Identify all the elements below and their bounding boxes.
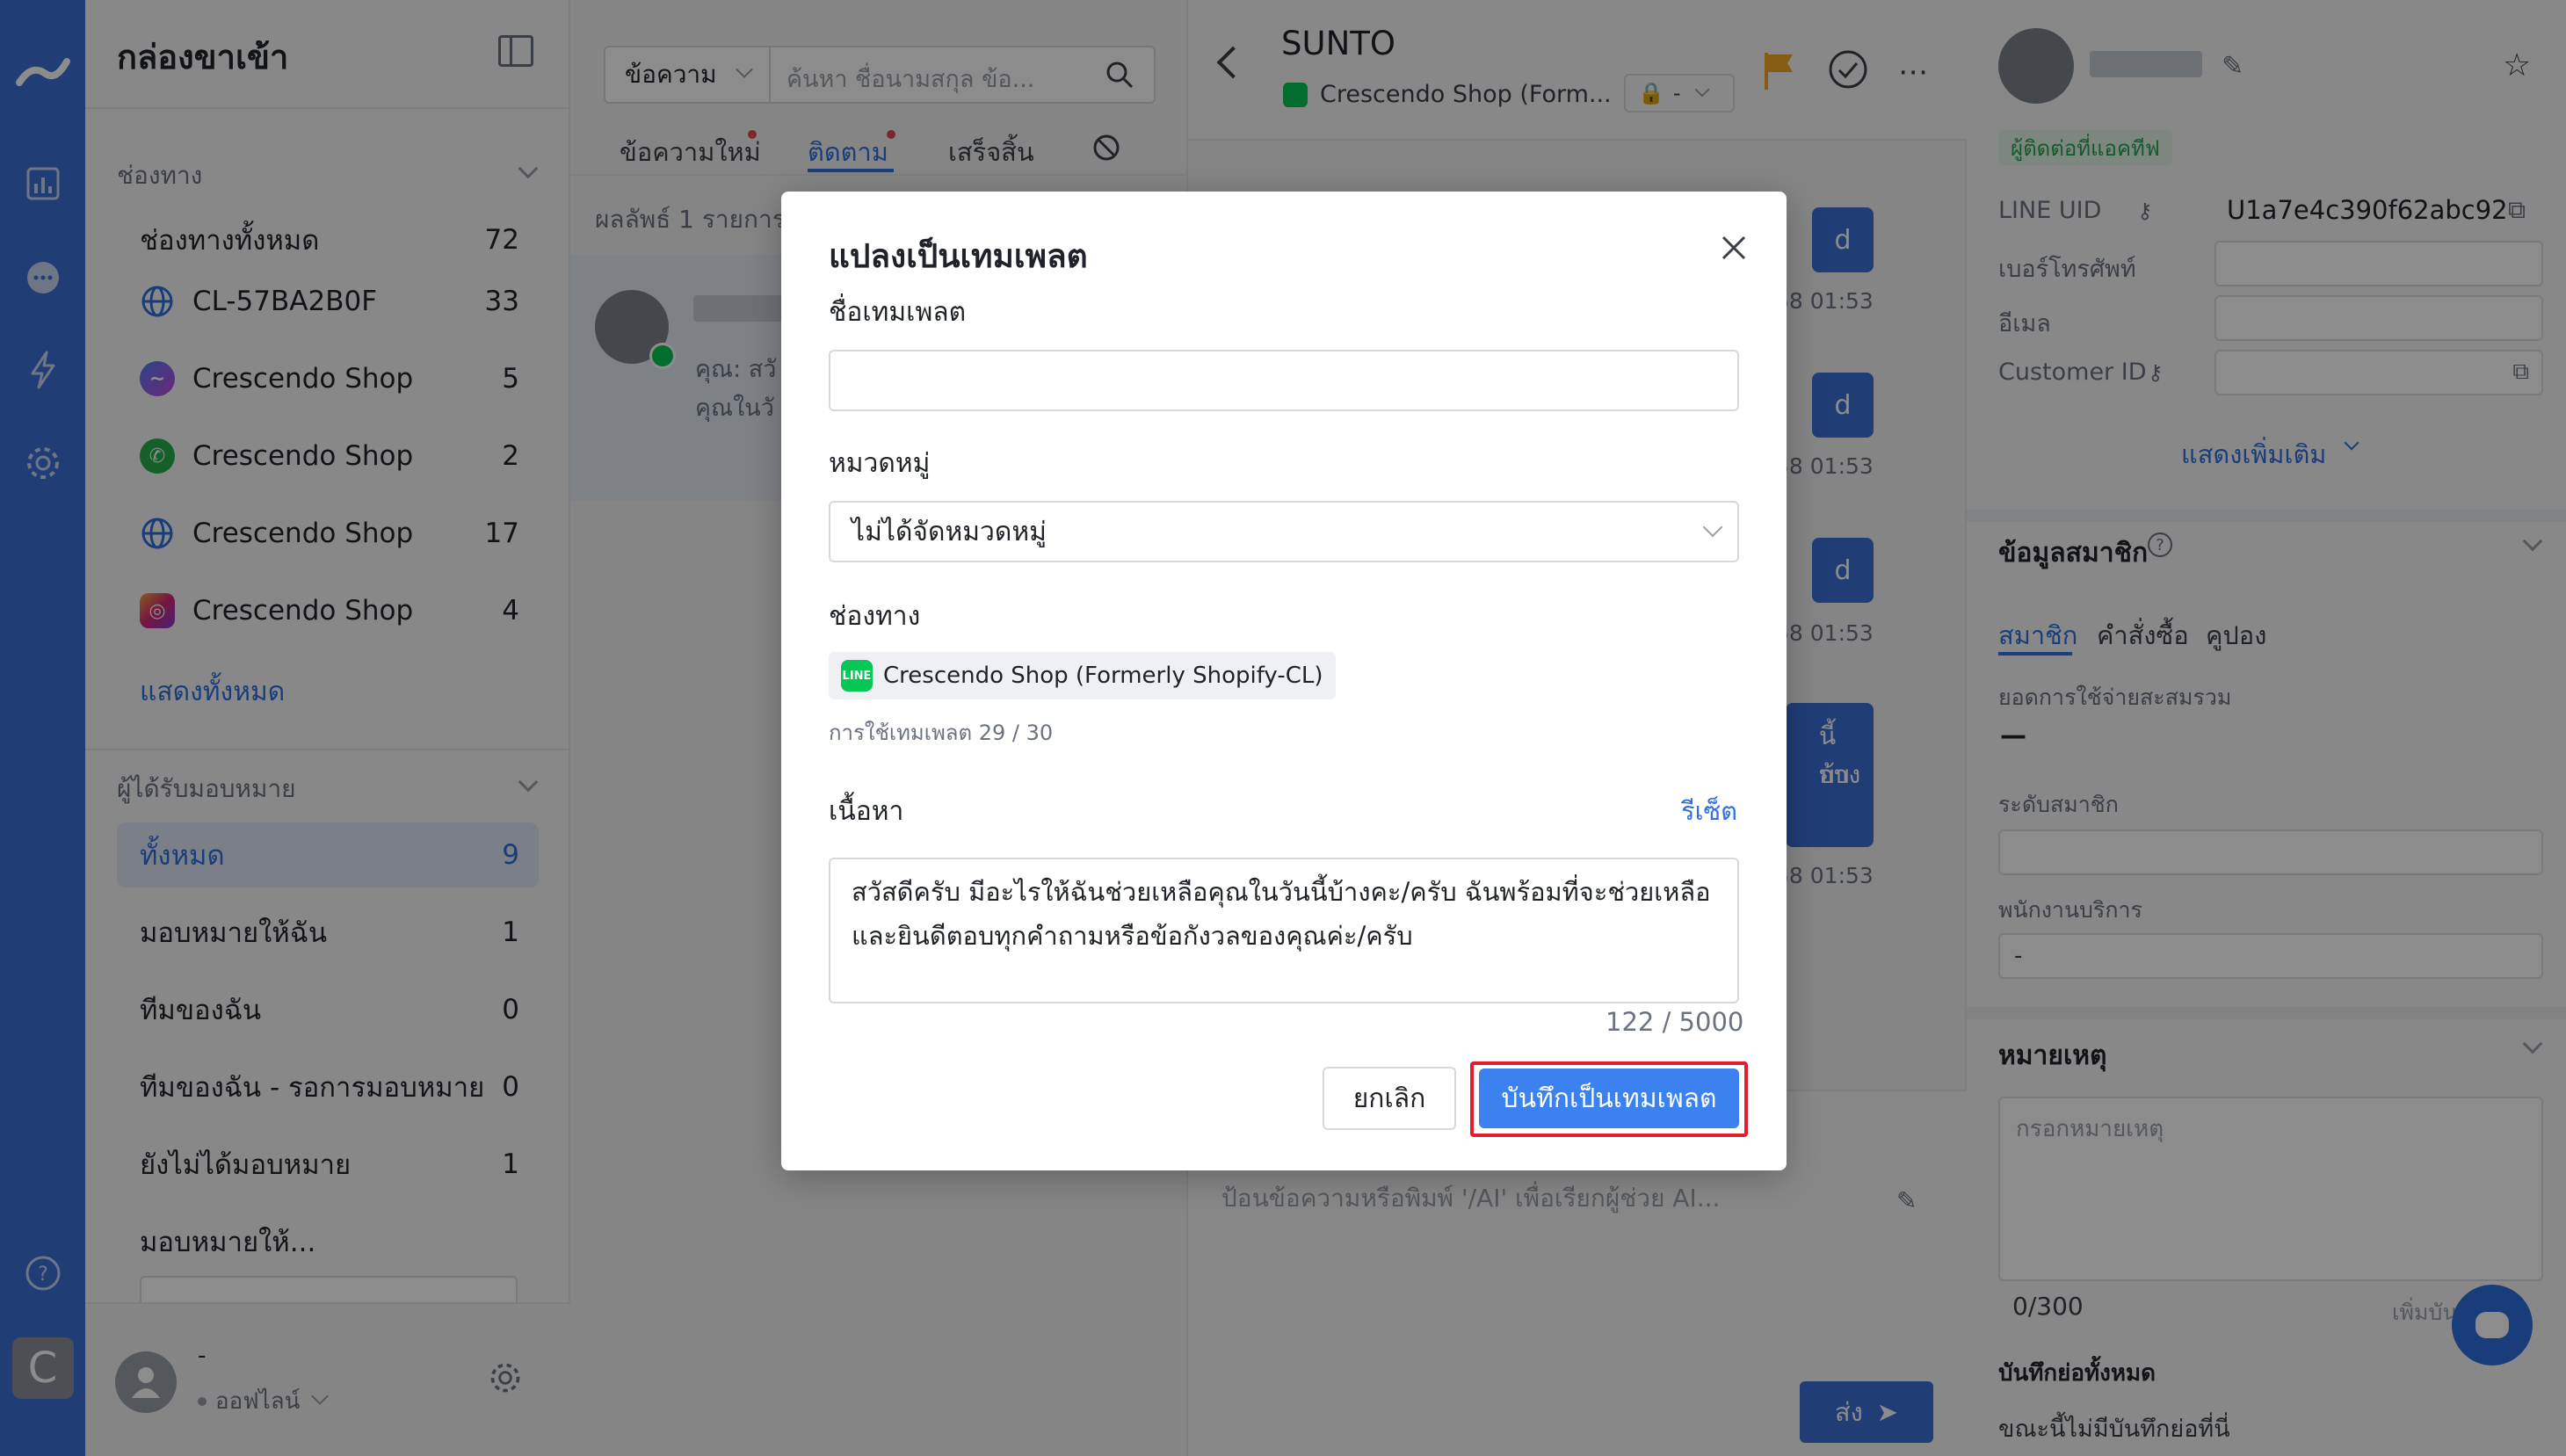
content-textarea[interactable]: สวัสดีครับ มีอะไรให้ฉันช่วยเหลือคุณในวัน… xyxy=(829,858,1739,1003)
content-label: เนื้อหา xyxy=(829,796,904,827)
category-value: ไม่ได้จัดหมวดหมู่ xyxy=(852,516,1047,547)
channel-label: ช่องทาง xyxy=(829,601,921,632)
char-count: 122 / 5000 xyxy=(1606,1007,1744,1037)
template-name-input[interactable] xyxy=(829,350,1739,411)
save-as-template-button[interactable]: บันทึกเป็นเทมเพลต xyxy=(1479,1068,1739,1128)
template-name-label: ชื่อเทมเพลต xyxy=(829,297,967,328)
channel-chip: LINE Crescendo Shop (Formerly Shopify-CL… xyxy=(829,652,1336,699)
line-icon: LINE xyxy=(841,660,873,692)
convert-template-dialog: แปลงเป็นเทมเพลต ชื่อเทมเพลต หมวดหมู่ ไม่… xyxy=(781,192,1787,1170)
dialog-title: แปลงเป็นเทมเพลต xyxy=(829,237,1088,275)
chevron-down-icon xyxy=(1702,517,1723,538)
cancel-button[interactable]: ยกเลิก xyxy=(1323,1067,1456,1130)
category-select[interactable]: ไม่ได้จัดหมวดหมู่ xyxy=(829,501,1739,562)
reset-link[interactable]: รีเซ็ต xyxy=(1681,791,1737,831)
category-label: หมวดหมู่ xyxy=(829,448,931,479)
close-icon[interactable] xyxy=(1716,230,1751,265)
channel-chip-label: Crescendo Shop (Formerly Shopify-CL) xyxy=(883,663,1323,689)
template-usage: การใช้เทมเพลต 29 / 30 xyxy=(829,721,1054,745)
